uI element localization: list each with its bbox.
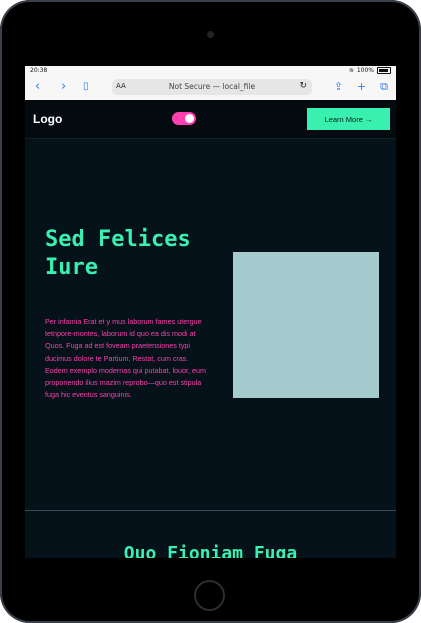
- battery-percent: 100%: [356, 67, 374, 74]
- site-logo[interactable]: Logo: [33, 112, 62, 126]
- site-navbar: Logo Learn More →: [25, 100, 396, 139]
- hero-description: Per infamia Erat et y mus laborum fames …: [45, 317, 207, 400]
- tablet-frame: 20:38 ≋ 100% ‹ › ▯ AA Not Secure — local…: [0, 0, 421, 623]
- status-bar: 20:38 ≋ 100%: [25, 66, 396, 76]
- theme-toggle[interactable]: [172, 112, 196, 125]
- front-camera: [207, 31, 214, 38]
- bookmarks-icon[interactable]: ▯: [83, 81, 89, 92]
- back-icon[interactable]: ‹: [35, 79, 40, 94]
- battery-icon: [377, 67, 391, 74]
- hero-section: Sed Felices Iure Per infamia Erat et y m…: [25, 138, 396, 510]
- screen: 20:38 ≋ 100% ‹ › ▯ AA Not Secure — local…: [25, 66, 396, 558]
- tabs-icon[interactable]: ⧉: [380, 80, 388, 94]
- wifi-icon: ≋: [348, 67, 354, 74]
- browser-toolbar: ‹ › ▯ AA Not Secure — local_file ↻ ⇪ + ⧉: [25, 76, 396, 101]
- status-time: 20:38: [30, 67, 48, 74]
- hero-headline: Sed Felices Iure: [45, 227, 191, 280]
- status-right: ≋ 100%: [349, 67, 391, 74]
- next-section: Quo Fioniam Fuga: [25, 511, 396, 558]
- hero-image-placeholder: [233, 252, 379, 398]
- forward-icon[interactable]: ›: [61, 79, 66, 94]
- toggle-knob: [185, 114, 194, 123]
- section-title: Quo Fioniam Fuga: [123, 543, 298, 558]
- address-text: Not Secure — local_file: [168, 82, 256, 91]
- learn-more-button[interactable]: Learn More →: [307, 108, 390, 130]
- new-tab-icon[interactable]: +: [357, 80, 366, 94]
- reload-icon[interactable]: ↻: [299, 81, 307, 91]
- browser-tools: ⇪ + ⧉: [334, 80, 388, 94]
- home-button[interactable]: [194, 580, 225, 611]
- share-icon[interactable]: ⇪: [334, 80, 343, 94]
- address-bar[interactable]: AA Not Secure — local_file ↻: [112, 79, 312, 95]
